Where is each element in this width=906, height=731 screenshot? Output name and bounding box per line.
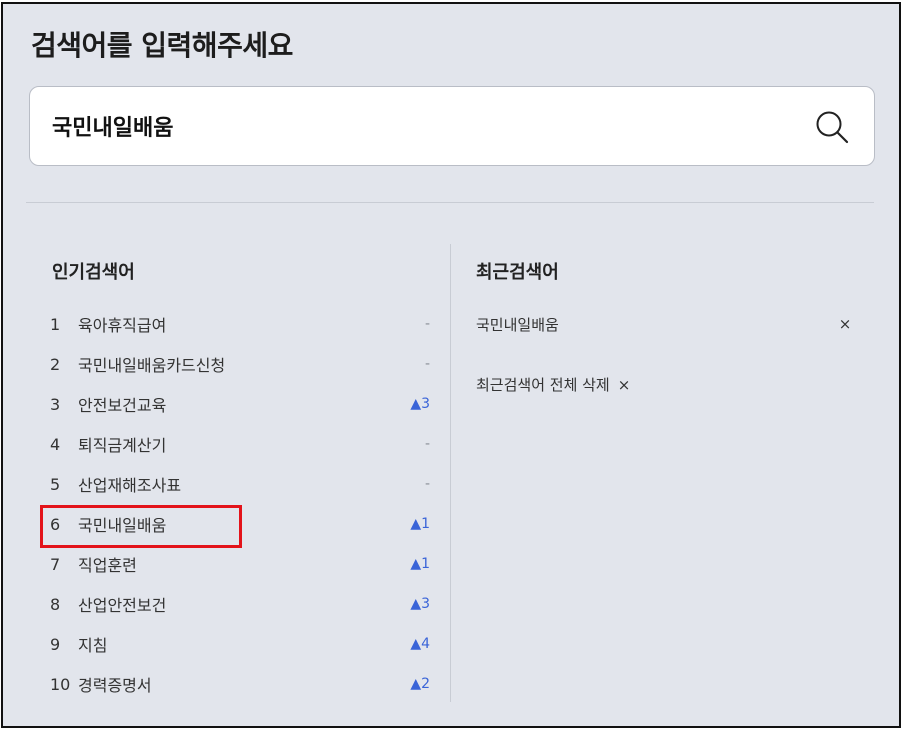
- popular-keyword[interactable]: 산업안전보건: [78, 592, 390, 616]
- popular-heading: 인기검색어: [52, 262, 135, 283]
- rank-number: 9: [50, 634, 61, 654]
- popular-item[interactable]: 2 국민내일배움카드신청 -: [50, 344, 430, 384]
- column-divider: [450, 244, 451, 702]
- section-divider: [26, 202, 874, 203]
- popular-item[interactable]: 4 퇴직금계산기 -: [50, 424, 430, 464]
- rank-number: 4: [50, 434, 61, 454]
- recent-heading: 최근검색어: [476, 262, 559, 283]
- rank-number: 7: [50, 554, 61, 574]
- popular-item[interactable]: 3 안전보건교육 ▲3: [50, 384, 430, 424]
- popular-item[interactable]: 7 직업훈련 ▲1: [50, 544, 430, 584]
- rank-change: ▲2: [410, 676, 430, 692]
- rank-change: ▲1: [410, 516, 430, 532]
- rank-number: 6: [50, 514, 61, 534]
- search-icon[interactable]: [814, 109, 850, 145]
- clear-all-label: 최근검색어 전체 삭제: [476, 376, 610, 394]
- popular-item[interactable]: 8 산업안전보건 ▲3: [50, 584, 430, 624]
- remove-recent-icon[interactable]: ×: [834, 315, 856, 333]
- rank-number: 1: [50, 314, 61, 334]
- rank-number: 5: [50, 474, 61, 494]
- rank-change: ▲1: [410, 556, 430, 572]
- popular-keyword[interactable]: 육아휴직급여: [78, 312, 390, 336]
- rank-change: -: [424, 476, 430, 492]
- rank-change: -: [424, 436, 430, 452]
- rank-change: ▲3: [410, 596, 430, 612]
- rank-change: ▲3: [410, 396, 430, 412]
- rank-number: 2: [50, 354, 61, 374]
- popular-keyword[interactable]: 국민내일배움: [78, 512, 390, 536]
- popular-list: 1 육아휴직급여 - 2 국민내일배움카드신청 - 3 안전보건교육 ▲3 4 퇴직금계산기 - 5 산업…: [50, 304, 430, 704]
- recent-item[interactable]: 국민내일배움 ×: [476, 312, 856, 336]
- page-title: 검색어를 입력해주세요: [31, 29, 293, 62]
- clear-all-recent-button[interactable]: 최근검색어 전체 삭제 ×: [476, 374, 630, 395]
- popular-keyword[interactable]: 지침: [78, 632, 390, 656]
- popular-keyword[interactable]: 안전보건교육: [78, 392, 390, 416]
- popular-item[interactable]: 6 국민내일배움 ▲1: [50, 504, 430, 544]
- rank-change: -: [424, 356, 430, 372]
- recent-keyword[interactable]: 국민내일배움: [476, 314, 834, 335]
- close-icon: ×: [617, 376, 631, 394]
- popular-item[interactable]: 10 경력증명서 ▲2: [50, 664, 430, 704]
- popular-keyword[interactable]: 퇴직금계산기: [78, 432, 390, 456]
- rank-change: -: [424, 316, 430, 332]
- search-box[interactable]: [29, 86, 875, 166]
- popular-item[interactable]: 1 육아휴직급여 -: [50, 304, 430, 344]
- popular-keyword[interactable]: 산업재해조사표: [78, 472, 390, 496]
- rank-number: 3: [50, 394, 61, 414]
- popular-keyword[interactable]: 국민내일배움카드신청: [78, 352, 390, 376]
- popular-item[interactable]: 9 지침 ▲4: [50, 624, 430, 664]
- rank-number: 10: [50, 674, 71, 694]
- popular-item[interactable]: 5 산업재해조사표 -: [50, 464, 430, 504]
- rank-change: ▲4: [410, 636, 430, 652]
- popular-keyword[interactable]: 경력증명서: [78, 672, 390, 696]
- popular-keyword[interactable]: 직업훈련: [78, 552, 390, 576]
- rank-number: 8: [50, 594, 61, 614]
- search-input[interactable]: [52, 105, 772, 147]
